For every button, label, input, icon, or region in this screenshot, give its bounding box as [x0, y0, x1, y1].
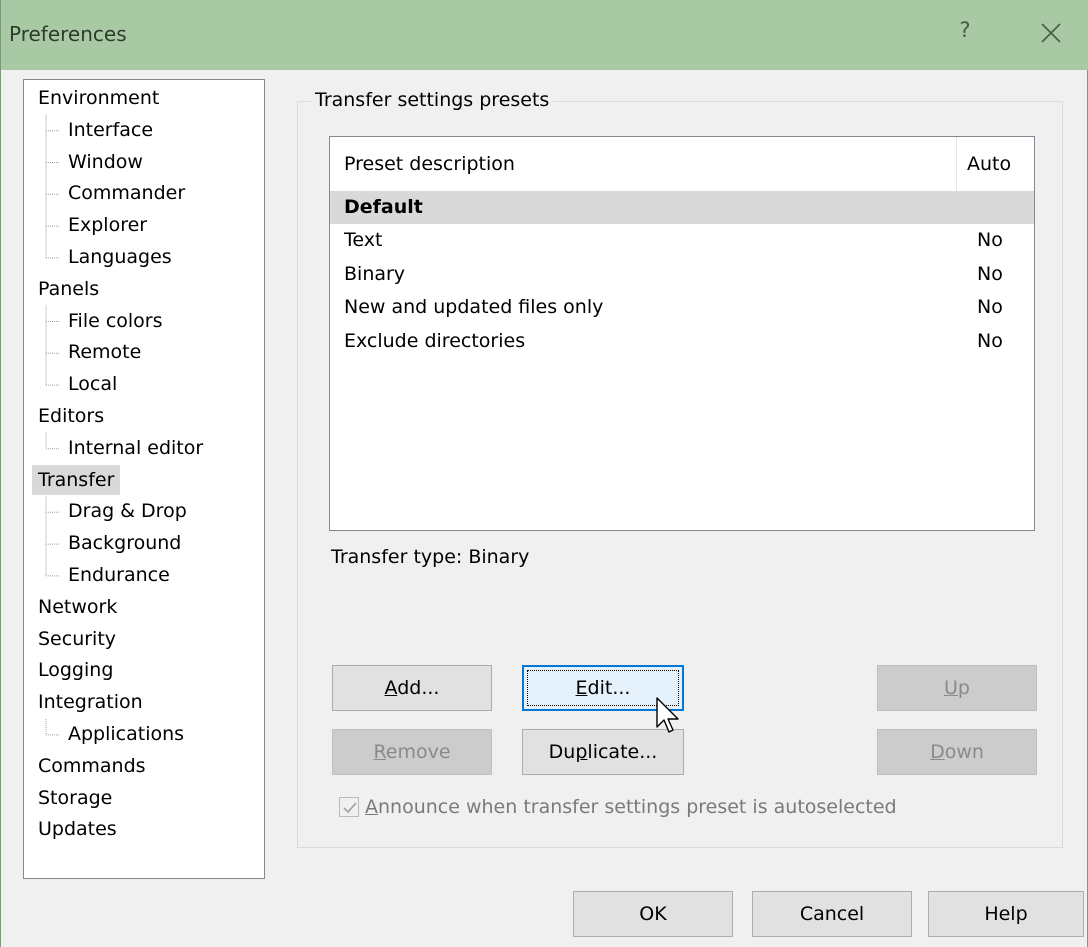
list-item[interactable]: Exclude directories No — [330, 325, 1034, 358]
preset-description: Exclude directories — [344, 329, 526, 352]
tree-item-network[interactable]: Network — [32, 592, 123, 622]
column-header-auto[interactable]: Auto — [967, 153, 1011, 175]
mouse-pointer-icon — [655, 697, 683, 739]
up-button[interactable]: Up — [877, 665, 1037, 711]
down-button[interactable]: Down — [877, 729, 1037, 775]
list-item[interactable]: Default — [330, 191, 1034, 224]
preset-description: Default — [344, 196, 423, 218]
tree-item-background[interactable]: Background — [62, 528, 187, 558]
checkbox-label: Announce when transfer settings preset i… — [365, 796, 897, 818]
tree-item-logging[interactable]: Logging — [32, 655, 119, 685]
tree-item-security[interactable]: Security — [32, 624, 122, 654]
title-bar[interactable]: Preferences ? — [1, 0, 1088, 70]
checkmark-icon — [343, 802, 357, 814]
preset-auto: No — [977, 296, 1003, 319]
tree-item-environment[interactable]: Environment — [32, 83, 165, 113]
preferences-tree[interactable]: Environment Interface Window Commander Explo… — [23, 79, 265, 879]
help-button[interactable]: ? — [953, 18, 977, 48]
tree-item-commander[interactable]: Commander — [62, 178, 191, 208]
close-icon[interactable] — [1033, 14, 1069, 52]
preset-auto: No — [977, 262, 1003, 285]
tree-item-endurance[interactable]: Endurance — [62, 560, 176, 590]
announce-autoselect-checkbox[interactable]: Announce when transfer settings preset i… — [339, 792, 897, 822]
cancel-button[interactable]: Cancel — [752, 891, 912, 937]
window-title: Preferences — [9, 22, 127, 46]
tree-item-editors[interactable]: Editors — [32, 401, 110, 431]
checkbox-box[interactable] — [339, 797, 359, 817]
preset-description: Binary — [344, 262, 406, 285]
tree-item-panels[interactable]: Panels — [32, 274, 105, 304]
tree-item-explorer[interactable]: Explorer — [62, 210, 153, 240]
help-footer-button[interactable]: Help — [928, 891, 1084, 937]
tree-item-file-colors[interactable]: File colors — [62, 306, 169, 336]
tree-item-interface[interactable]: Interface — [62, 115, 159, 145]
presets-list[interactable]: Preset description Auto Default Text No Bin… — [329, 136, 1035, 531]
preferences-dialog: Preferences ? Environment Interface Window… — [0, 0, 1088, 947]
tree-item-drag-drop[interactable]: Drag & Drop — [62, 496, 193, 526]
add-button[interactable]: Add... — [332, 665, 492, 711]
list-item[interactable]: New and updated files only No — [330, 291, 1034, 324]
remove-button[interactable]: Remove — [332, 729, 492, 775]
preset-description: New and updated files only — [344, 296, 604, 319]
list-header: Preset description Auto — [330, 137, 1034, 191]
tree-item-internal-editor[interactable]: Internal editor — [62, 433, 209, 463]
tree-item-commands[interactable]: Commands — [32, 751, 152, 781]
tree-item-updates[interactable]: Updates — [32, 814, 123, 844]
tree-item-languages[interactable]: Languages — [62, 242, 178, 272]
tree-item-local[interactable]: Local — [62, 369, 123, 399]
column-separator[interactable] — [956, 137, 957, 191]
preset-auto: No — [977, 229, 1003, 252]
tree-item-window[interactable]: Window — [62, 147, 149, 177]
tree-item-remote[interactable]: Remote — [62, 337, 147, 367]
preset-auto: No — [977, 329, 1003, 352]
list-item[interactable]: Text No — [330, 224, 1034, 257]
tree-item-transfer[interactable]: Transfer — [32, 464, 121, 495]
tree-item-applications[interactable]: Applications — [62, 719, 190, 749]
ok-button[interactable]: OK — [573, 891, 733, 937]
list-item[interactable]: Binary No — [330, 258, 1034, 291]
column-header-description[interactable]: Preset description — [344, 153, 515, 175]
tree-item-storage[interactable]: Storage — [32, 783, 118, 813]
presets-group-title: Transfer settings presets — [311, 89, 554, 111]
transfer-type-label: Transfer type: Binary — [331, 546, 530, 568]
tree-item-integration[interactable]: Integration — [32, 687, 149, 717]
preset-description: Text — [344, 229, 383, 252]
